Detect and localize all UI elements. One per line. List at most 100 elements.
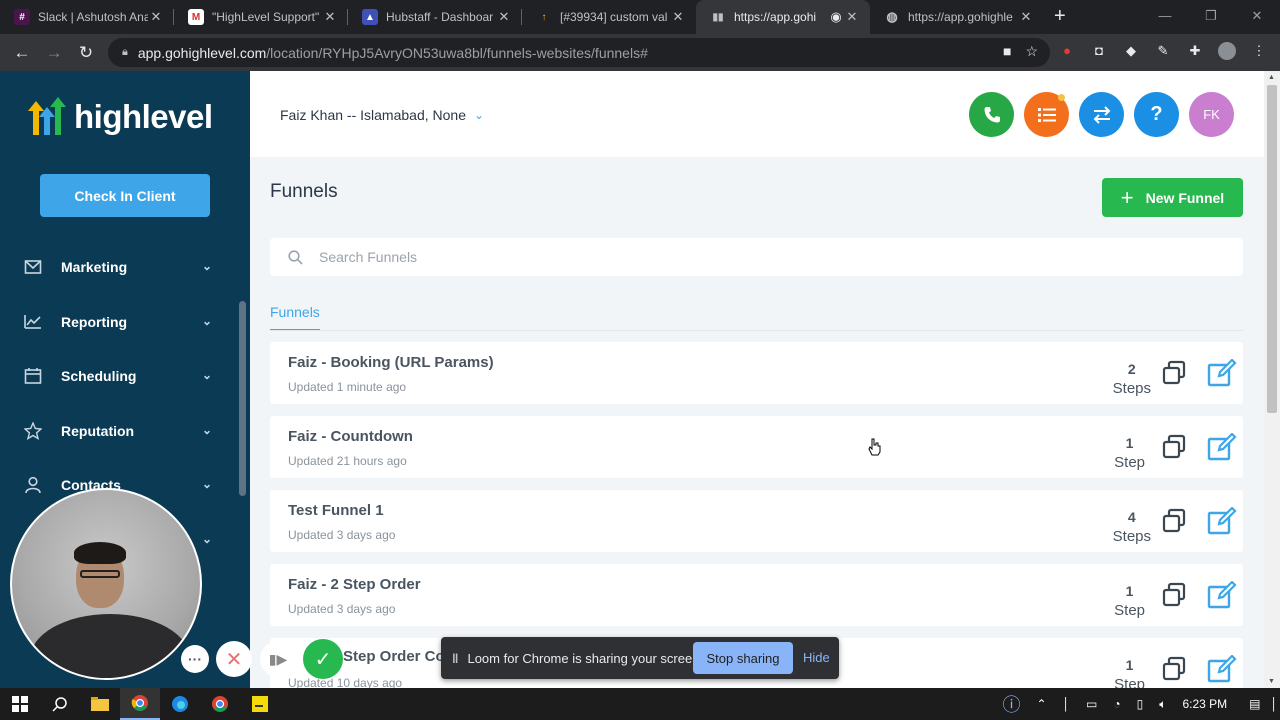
funnel-row[interactable]: Faiz - 2 Step Order Updated 3 days ago 1… <box>270 564 1243 626</box>
sidebar-scrollbar[interactable] <box>239 301 246 496</box>
close-tab-icon[interactable]: ✕ <box>496 9 512 25</box>
battery-icon[interactable]: ▭ <box>1086 697 1097 711</box>
loom-extension-icon[interactable]: ● <box>1058 42 1076 60</box>
pen-extension-icon[interactable]: ✎ <box>1154 42 1172 60</box>
loom-webcam-bubble[interactable] <box>10 488 202 680</box>
copy-icon[interactable] <box>1161 508 1187 534</box>
more-dots-icon: ··· <box>188 651 202 667</box>
page-scrollbar[interactable]: ▲ ▼ <box>1264 71 1280 688</box>
funnel-row[interactable]: Faiz - Booking (URL Params) Updated 1 mi… <box>270 342 1243 404</box>
tab-title: [#39934] custom val <box>560 10 668 24</box>
loom-more-button[interactable]: ··· <box>181 645 209 673</box>
close-tab-icon[interactable]: ✕ <box>322 9 338 25</box>
loom-cancel-button[interactable]: ✕ <box>216 641 252 677</box>
volume-icon[interactable]: 🔈︎ <box>1159 697 1166 712</box>
reload-icon[interactable]: ↻ <box>70 43 102 63</box>
edit-icon[interactable] <box>1207 581 1237 609</box>
funnel-name[interactable]: Faiz - Booking (URL Params) <box>288 354 494 371</box>
funnel-row[interactable]: Test Funnel 1 Updated 3 days ago 4 Steps <box>270 490 1243 552</box>
browser-tab-hubstaff[interactable]: ▲ Hubstaff - Dashboar ✕ <box>348 0 522 34</box>
sidebar-item-marketing[interactable]: Marketing ⌄ <box>24 252 214 282</box>
browser-tab-slack[interactable]: # Slack | Ashutosh Ana ✕ <box>0 0 174 34</box>
copy-icon[interactable] <box>1161 434 1187 460</box>
highlevel-logo[interactable]: highlevel <box>26 97 213 137</box>
bookmark-star-icon[interactable]: ☆ <box>1025 43 1038 60</box>
close-tab-icon[interactable]: ✕ <box>670 9 686 25</box>
sidebar-item-scheduling[interactable]: Scheduling ⌄ <box>24 361 214 391</box>
diamond-extension-icon[interactable]: ◆ <box>1122 42 1140 60</box>
copy-icon[interactable] <box>1161 360 1187 386</box>
edit-icon[interactable] <box>1207 507 1237 535</box>
search-funnels-input[interactable] <box>319 249 1119 265</box>
screenshot-extension-icon[interactable]: ◘ <box>1090 42 1108 60</box>
close-tab-icon[interactable]: ✕ <box>148 9 164 25</box>
pen-tray-icon[interactable]: ▯ <box>1137 697 1144 711</box>
chrome-icon[interactable] <box>120 688 160 720</box>
phone-button[interactable] <box>969 92 1014 137</box>
browser-tab-gohighlevel[interactable]: ◍ https://app.gohighle ✕ <box>870 0 1044 34</box>
chevron-down-icon: ⌄ <box>201 532 212 546</box>
chevron-down-icon: ⌄ <box>201 477 212 491</box>
profile-avatar-icon[interactable] <box>1218 42 1236 60</box>
search-icon[interactable] <box>40 688 80 720</box>
tab-funnels[interactable]: Funnels <box>270 304 320 331</box>
funnel-row[interactable]: Faiz - Countdown Updated 21 hours ago 1 S… <box>270 416 1243 478</box>
step-unit: Step <box>1114 454 1145 471</box>
tab-title: "HighLevel Support" <box>212 10 320 24</box>
notifications-icon[interactable]: ▤ <box>1249 697 1260 711</box>
scroll-down-arrow-icon[interactable]: ▼ <box>1268 678 1275 685</box>
back-icon[interactable]: ← <box>6 43 38 63</box>
help-button[interactable]: ? <box>1134 92 1179 137</box>
extensions-puzzle-icon[interactable]: ✚ <box>1186 42 1204 60</box>
sidebar-item-label: Marketing <box>61 259 128 275</box>
camera-icon[interactable]: ■ <box>1003 43 1011 60</box>
sidebar-item-reporting[interactable]: Reporting ⌄ <box>24 307 214 337</box>
check-in-client-button[interactable]: Check In Client <box>40 174 210 217</box>
forward-icon[interactable]: → <box>38 43 70 63</box>
funnel-name[interactable]: Faiz - Countdown <box>288 428 413 445</box>
new-tab-button[interactable]: + <box>1054 0 1066 34</box>
edit-icon[interactable] <box>1207 359 1237 387</box>
sidebar-item-reputation[interactable]: Reputation ⌄ <box>24 416 214 446</box>
file-explorer-icon[interactable] <box>80 688 120 720</box>
minimize-icon[interactable]: — <box>1142 0 1188 34</box>
browser-tab-gmail[interactable]: M "HighLevel Support" ✕ <box>174 0 348 34</box>
edge-icon[interactable] <box>160 688 200 720</box>
copy-icon[interactable] <box>1161 582 1187 608</box>
edit-icon[interactable] <box>1207 655 1237 683</box>
drag-handle-icon[interactable]: ‖ <box>452 651 458 666</box>
browser-tab-ticket[interactable]: ↑ [#39934] custom val ✕ <box>522 0 696 34</box>
help-tray-icon[interactable]: ⓘ <box>1002 691 1020 717</box>
close-tab-icon[interactable]: ✕ <box>844 9 860 25</box>
chrome-secondary-icon[interactable] <box>200 688 240 720</box>
show-desktop-button[interactable]: │ <box>1271 697 1279 711</box>
windows-start-icon[interactable] <box>0 688 40 720</box>
loom-finish-button[interactable]: ✓ <box>303 639 343 679</box>
edit-icon[interactable] <box>1207 433 1237 461</box>
wifi-icon[interactable]: ◔ <box>1113 697 1120 711</box>
funnel-name[interactable]: Test Funnel 1 <box>288 502 384 519</box>
microphone-icon[interactable]: │ <box>1063 697 1071 711</box>
scroll-up-arrow-icon[interactable]: ▲ <box>1268 74 1275 81</box>
stop-sharing-button[interactable]: Stop sharing <box>693 642 793 674</box>
clock-time[interactable]: 6:23 PM <box>1182 697 1227 711</box>
close-tab-icon[interactable]: ✕ <box>1018 9 1034 25</box>
loom-pause-button[interactable]: ▮▶ <box>260 641 296 677</box>
url-field[interactable]: 🔒︎ app.gohighlevel.com/location/RYHpJ5Av… <box>108 38 1050 67</box>
maximize-icon[interactable]: ❐ <box>1188 0 1234 34</box>
step-unit: Steps <box>1112 380 1151 397</box>
chrome-menu-icon[interactable]: ⋮ <box>1250 42 1268 60</box>
scrollbar-thumb[interactable] <box>1267 85 1277 413</box>
sticky-notes-icon[interactable] <box>240 688 280 720</box>
tray-expand-icon[interactable]: ⌃ <box>1036 697 1046 711</box>
new-funnel-button[interactable]: + New Funnel <box>1102 178 1243 217</box>
close-window-icon[interactable]: ✕ <box>1234 0 1280 34</box>
user-avatar-button[interactable]: FK <box>1189 92 1234 137</box>
location-switcher[interactable]: Faiz Khan -- Islamabad, None ⌄ <box>280 107 484 123</box>
hide-notification-button[interactable]: Hide <box>803 650 830 665</box>
copy-icon[interactable] <box>1161 656 1187 682</box>
switch-account-button[interactable] <box>1079 92 1124 137</box>
tasks-button[interactable] <box>1024 92 1069 137</box>
browser-tab-gohighlevel-active[interactable]: ▮▮ https://app.gohi ◉ ✕ <box>696 0 870 34</box>
funnel-name[interactable]: Faiz - 2 Step Order <box>288 576 421 593</box>
